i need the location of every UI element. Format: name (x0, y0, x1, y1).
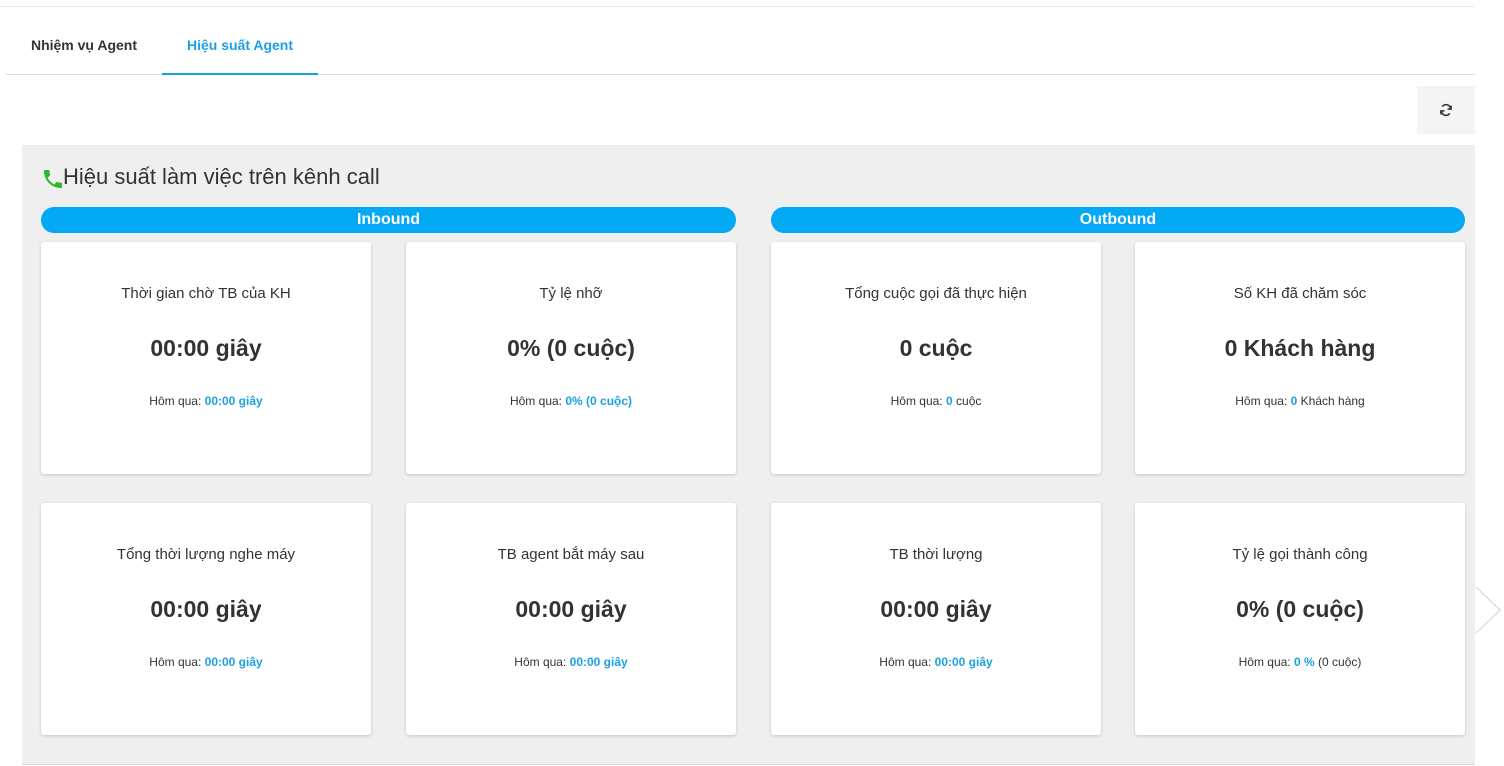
metric-card-customers-served: Số KH đã chăm sóc 0 Khách hàng Hôm qua: … (1135, 242, 1465, 474)
yesterday-value: 00:00 giây (204, 394, 263, 408)
panel-title: Hiệu suất làm việc trên kênh call (63, 164, 380, 189)
card-value: 0 cuộc (899, 335, 973, 361)
tab-agent-tasks[interactable]: Nhiệm vụ Agent (6, 22, 162, 74)
card-title: Tổng cuộc gọi đã thực hiện (845, 285, 1027, 302)
card-yesterday: Hôm qua: 0% (0 cuộc) (509, 394, 633, 408)
tab-bar: Nhiệm vụ Agent Hiệu suất Agent (6, 22, 1475, 75)
card-yesterday: Hôm qua: 00:00 giây (149, 394, 263, 408)
card-value: 0% (0 cuộc) (507, 335, 635, 361)
metric-card-total-calls: Tổng cuộc gọi đã thực hiện 0 cuộc Hôm qu… (771, 242, 1101, 474)
card-value: 00:00 giây (150, 596, 262, 622)
phone-icon (44, 170, 62, 188)
card-title: TB agent bắt máy sau (497, 546, 645, 563)
yesterday-value: 00:00 giây (934, 655, 993, 669)
card-yesterday: Hôm qua: 00:00 giây (879, 655, 993, 669)
yesterday-value: 0% (0 cuộc) (565, 394, 633, 408)
card-title: TB thời lượng (889, 546, 983, 563)
card-title: Tỷ lệ gọi thành công (1232, 546, 1368, 563)
refresh-icon (1440, 103, 1452, 117)
metric-card-total-talk-time: Tổng thời lượng nghe máy 00:00 giây Hôm … (41, 503, 371, 735)
card-value: 00:00 giây (515, 596, 627, 622)
card-yesterday: Hôm qua: 00:00 giây (149, 655, 263, 669)
card-value: 00:00 giây (150, 335, 262, 361)
metric-card-avg-answer-time: TB agent bắt máy sau 00:00 giây Hôm qua:… (406, 503, 736, 735)
card-title: Số KH đã chăm sóc (1233, 285, 1367, 302)
metric-card-missed-rate: Tỷ lệ nhỡ 0% (0 cuộc) Hôm qua: 0% (0 cuộ… (406, 242, 736, 474)
yesterday-value: 00:00 giây (204, 655, 263, 669)
yesterday-value: 0 (945, 394, 953, 408)
card-title: Thời gian chờ TB của KH (121, 285, 291, 302)
card-value: 0% (0 cuộc) (1236, 596, 1364, 622)
tab-agent-performance[interactable]: Hiệu suất Agent (162, 22, 318, 75)
yesterday-value: 00:00 giây (569, 655, 628, 669)
metric-card-avg-duration: TB thời lượng 00:00 giây Hôm qua: 00:00 … (771, 503, 1101, 735)
card-value: 00:00 giây (880, 596, 992, 622)
yesterday-value: 0 % (1293, 655, 1315, 669)
outbound-header: Outbound (771, 207, 1465, 233)
card-yesterday: Hôm qua: 00:00 giây (514, 655, 628, 669)
refresh-button[interactable] (1417, 86, 1475, 134)
card-title: Tổng thời lượng nghe máy (116, 546, 296, 563)
inbound-header: Inbound (41, 207, 736, 233)
card-yesterday: Hôm qua: 0 % (0 cuộc) (1238, 655, 1362, 669)
card-value: 0 Khách hàng (1224, 335, 1376, 361)
card-yesterday: Hôm qua: 0 Khách hàng (1235, 394, 1365, 408)
card-title: Tỷ lệ nhỡ (539, 285, 603, 302)
top-divider (0, 0, 1474, 7)
card-yesterday: Hôm qua: 0 cuộc (890, 394, 982, 408)
metric-card-success-rate: Tỷ lệ gọi thành công 0% (0 cuộc) Hôm qua… (1135, 503, 1465, 735)
metric-card-avg-wait-time: Thời gian chờ TB của KH 00:00 giây Hôm q… (41, 242, 371, 474)
yesterday-value: 0 (1290, 394, 1298, 408)
chevron-right-icon[interactable] (1474, 585, 1502, 635)
